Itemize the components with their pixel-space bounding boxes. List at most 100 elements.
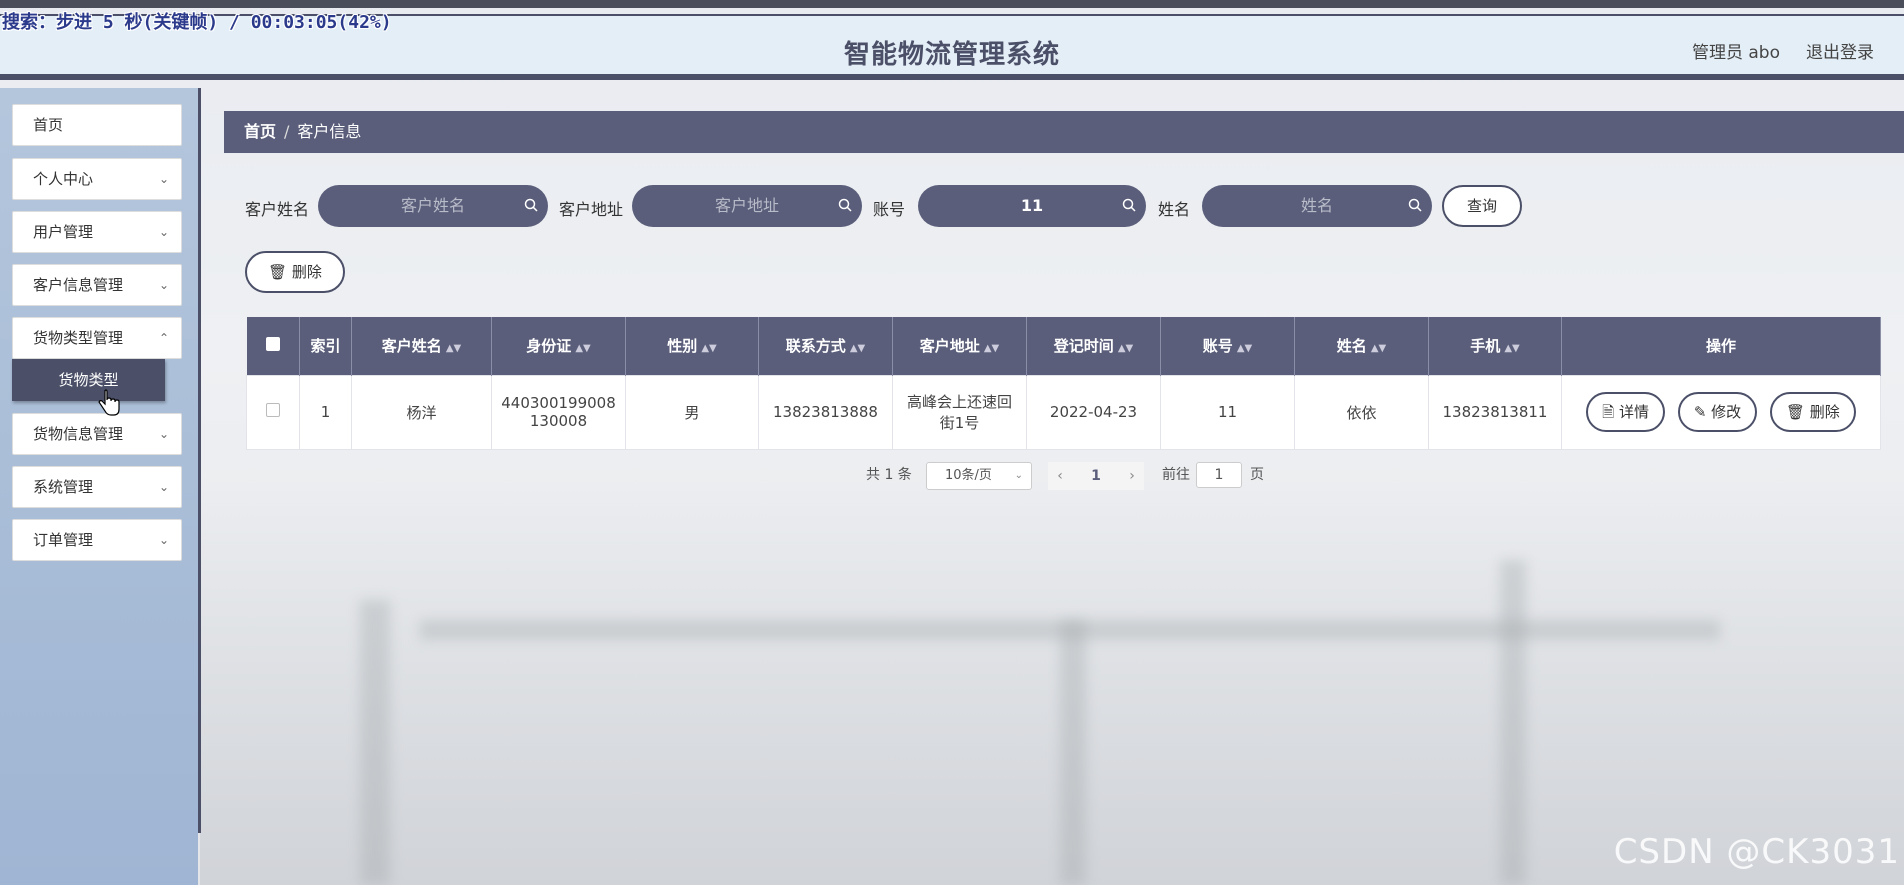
sort-icon[interactable]: ▲▼ xyxy=(1371,343,1386,354)
row-checkbox[interactable] xyxy=(266,403,280,417)
sidebar-item-users[interactable]: 用户管理 ⌄ xyxy=(12,211,182,253)
select-all-header[interactable] xyxy=(246,317,300,375)
batch-delete-button[interactable]: 🗑 删除 xyxy=(245,251,345,293)
cell-gender: 男 xyxy=(625,374,759,450)
id-card-line: 130008 xyxy=(529,412,588,430)
breadcrumb-home[interactable]: 首页 xyxy=(244,122,276,141)
breadcrumb: 首页 / 客户信息 xyxy=(224,111,1904,153)
goto-label: 前往 xyxy=(1162,467,1190,483)
video-osd-text: 搜索：步进 5 秒(关键帧) / 00:03:05(42%) xyxy=(2,12,392,33)
app-title: 智能物流管理系统 xyxy=(843,40,1060,70)
background-blur xyxy=(200,480,1904,885)
customer-address-input[interactable] xyxy=(632,196,862,215)
customer-name-input[interactable] xyxy=(318,196,548,215)
column-header-label: 客户姓名 xyxy=(381,337,442,356)
sort-icon[interactable]: ▲▼ xyxy=(850,343,865,354)
column-header-name[interactable]: 姓名 ▲▼ xyxy=(1294,317,1429,375)
sidebar-item-system[interactable]: 系统管理 ⌄ xyxy=(12,466,182,508)
chevron-down-icon: ⌄ xyxy=(1014,470,1023,481)
search-icon xyxy=(1122,198,1136,212)
sidebar-item-orders[interactable]: 订单管理 ⌄ xyxy=(12,519,182,561)
chevron-down-icon: ⌄ xyxy=(158,480,169,494)
search-customer-address[interactable] xyxy=(632,185,862,227)
account-input[interactable] xyxy=(918,196,1146,215)
cell-customer-name: 杨洋 xyxy=(351,374,492,450)
goto-page-input[interactable]: 1 xyxy=(1196,462,1242,488)
sort-icon[interactable]: ▲▼ xyxy=(984,343,999,354)
search-icon xyxy=(1408,198,1422,212)
column-header-label: 登记时间 xyxy=(1053,337,1114,356)
sidebar-item-profile[interactable]: 个人中心 ⌄ xyxy=(12,158,182,200)
column-header-index: 索引 xyxy=(299,317,352,375)
sidebar-item-label: 个人中心 xyxy=(33,170,94,188)
background-decoration xyxy=(420,620,1720,640)
search-icon xyxy=(838,198,852,212)
column-header-customer-name[interactable]: 客户姓名 ▲▼ xyxy=(351,317,492,375)
search-account[interactable] xyxy=(918,185,1146,227)
column-header-actions: 操作 xyxy=(1561,317,1881,375)
column-header-phone[interactable]: 手机 ▲▼ xyxy=(1428,317,1562,375)
table-row: 1 杨洋 440300199008 130008 男 13823813888 高峰… xyxy=(246,374,1881,450)
background-decoration xyxy=(360,600,390,885)
detail-label: 详情 xyxy=(1619,403,1650,421)
current-user: 管理员 abo xyxy=(1691,43,1780,63)
sort-icon[interactable]: ▲▼ xyxy=(1504,343,1519,354)
background-decoration xyxy=(1500,560,1526,885)
detail-button[interactable]: 🗎 详情 xyxy=(1586,392,1666,432)
chevron-up-icon: ⌃ xyxy=(158,331,169,345)
column-header-gender[interactable]: 性别 ▲▼ xyxy=(625,317,759,375)
search-label-customer-name: 客户姓名 xyxy=(245,200,310,219)
trash-icon: 🗑 xyxy=(268,263,288,281)
pencil-icon: ✎ xyxy=(1693,403,1707,421)
name-input[interactable] xyxy=(1202,196,1432,215)
chevron-down-icon: ⌄ xyxy=(158,533,169,547)
cell-realname: 依依 xyxy=(1294,374,1429,450)
page-unit-label: 页 xyxy=(1250,467,1264,483)
sort-icon[interactable]: ▲▼ xyxy=(575,343,590,354)
prev-page-button[interactable]: ‹ xyxy=(1048,462,1072,490)
select-all-checkbox[interactable] xyxy=(265,336,280,351)
sidebar-item-home[interactable]: 首页 xyxy=(12,104,182,146)
submenu-item-goods-type[interactable]: 货物类型 xyxy=(12,359,165,401)
sidebar-item-customers[interactable]: 客户信息管理 ⌄ xyxy=(12,264,182,306)
edit-button[interactable]: ✎ 修改 xyxy=(1677,392,1758,432)
cell-account: 11 xyxy=(1160,374,1295,450)
edit-label: 修改 xyxy=(1711,403,1742,421)
document-icon: 🗎 xyxy=(1602,403,1615,421)
cell-index: 1 xyxy=(299,374,352,450)
search-name[interactable] xyxy=(1202,185,1432,227)
search-label-customer-address: 客户地址 xyxy=(559,200,624,219)
column-header-address[interactable]: 客户地址 ▲▼ xyxy=(892,317,1027,375)
row-select-cell[interactable] xyxy=(246,374,300,450)
logout-link[interactable]: 退出登录 xyxy=(1806,38,1874,63)
sort-icon[interactable]: ▲▼ xyxy=(446,343,461,354)
trash-icon: 🗑 xyxy=(1785,403,1806,421)
customer-table: 索引 客户姓名 ▲▼ 身份证 ▲▼ 性别 ▲▼ 联系方式 ▲▼ 客户地址 ▲▼ 登记时间 ▲… xyxy=(246,317,1881,450)
sidebar-divider xyxy=(198,88,201,833)
column-header-reg-time[interactable]: 登记时间 ▲▼ xyxy=(1026,317,1161,375)
column-header-id-card[interactable]: 身份证 ▲▼ xyxy=(491,317,626,375)
breadcrumb-separator: / xyxy=(284,122,290,141)
next-page-button[interactable]: › xyxy=(1120,462,1144,490)
sort-icon[interactable]: ▲▼ xyxy=(1118,343,1133,354)
sidebar-item-goods-types[interactable]: 货物类型管理 ⌃ xyxy=(12,317,182,359)
sort-icon[interactable]: ▲▼ xyxy=(701,343,716,354)
search-customer-name[interactable] xyxy=(318,185,548,227)
window-top-bar xyxy=(0,0,1904,8)
column-header-contact[interactable]: 联系方式 ▲▼ xyxy=(758,317,893,375)
query-button[interactable]: 查询 xyxy=(1442,185,1522,227)
sidebar-item-goods-info[interactable]: 货物信息管理 ⌄ xyxy=(12,413,182,455)
address-line: 高峰会上还速回 xyxy=(906,393,1012,411)
column-header-account[interactable]: 账号 ▲▼ xyxy=(1160,317,1295,375)
delete-button[interactable]: 🗑 删除 xyxy=(1769,392,1856,432)
page-size-select[interactable]: 10条/页 ⌄ xyxy=(926,462,1032,490)
column-header-label: 身份证 xyxy=(526,337,572,356)
sidebar-item-label: 系统管理 xyxy=(33,478,94,496)
page-number-current[interactable]: 1 xyxy=(1072,462,1120,490)
sidebar-item-label: 货物类型管理 xyxy=(33,329,124,347)
cell-contact: 13823813888 xyxy=(758,374,893,450)
sort-icon[interactable]: ▲▼ xyxy=(1237,343,1252,354)
chevron-right-icon: › xyxy=(1129,468,1135,484)
sidebar-item-label: 首页 xyxy=(33,116,64,134)
delete-label: 删除 xyxy=(1809,403,1840,421)
